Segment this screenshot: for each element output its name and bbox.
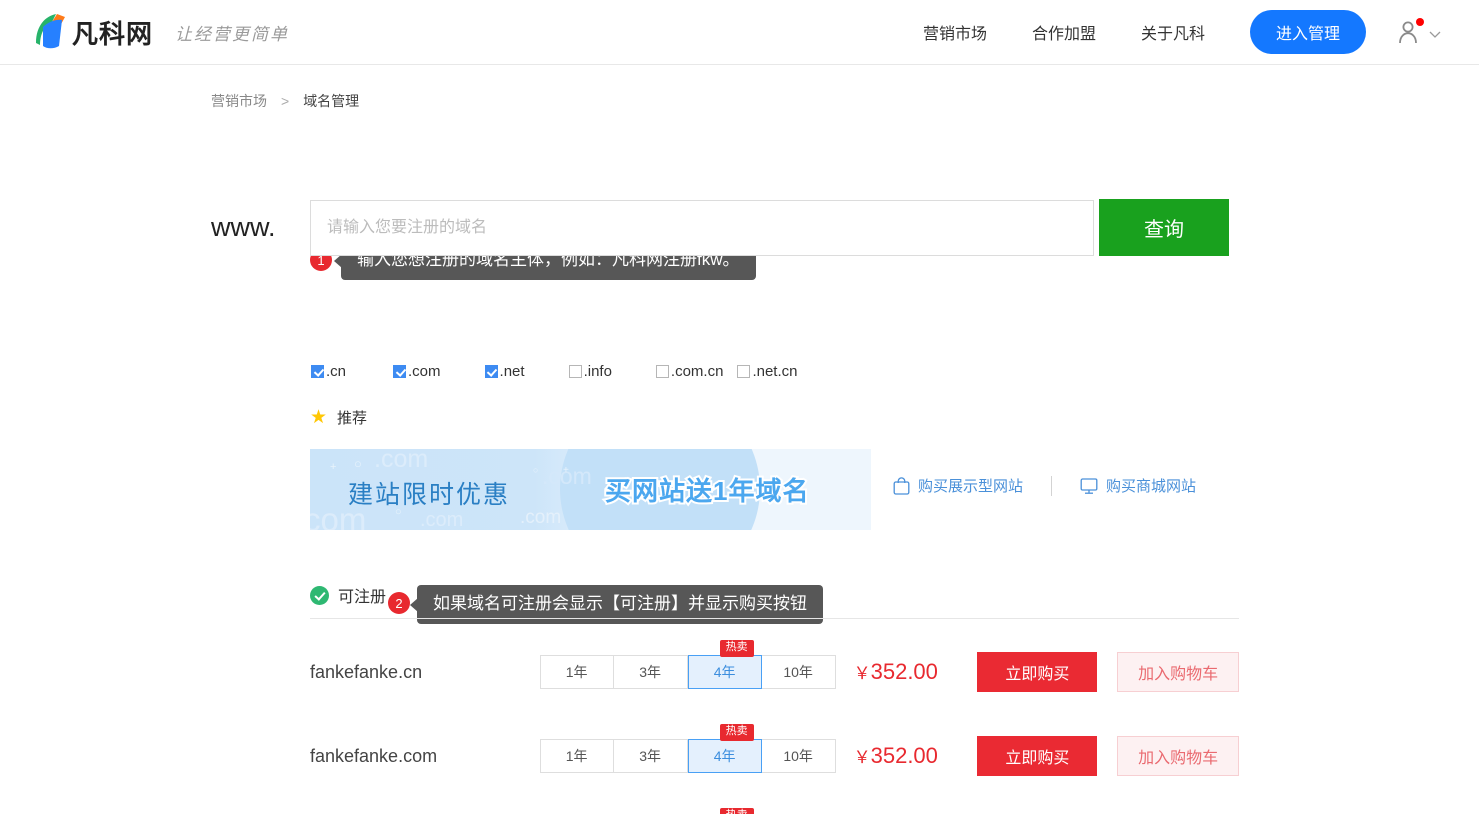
suffix-checkbox-group: .cn .com .net .info .com.cn .net.cn: [311, 363, 797, 380]
enter-management-button[interactable]: 进入管理: [1249, 10, 1366, 54]
search-button[interactable]: 查询: [1099, 199, 1229, 256]
suffix-checkbox-net[interactable]: .net: [484, 363, 525, 380]
availability-label: 可注册: [338, 589, 387, 606]
year-option-3[interactable]: 3年: [613, 655, 688, 689]
suffix-checkbox-com[interactable]: .com: [393, 363, 441, 380]
buy-mall-site-label: 购买商城网站: [1106, 478, 1197, 495]
year-option-1[interactable]: 1年: [539, 655, 614, 689]
page-content: 营销市场 > 域名管理 1 输入您想注册的域名主体，例如：凡科网注册fkw。 w…: [0, 91, 1479, 814]
year-option-10[interactable]: 10年: [761, 739, 836, 773]
banner-deco-plus-1: +: [563, 465, 569, 476]
step-badge-2: 2: [388, 592, 410, 614]
recommend-label: 推荐: [337, 410, 368, 427]
breadcrumb-parent[interactable]: 营销市场: [211, 91, 267, 111]
suffix-label-net: .net: [499, 363, 525, 380]
add-to-cart-button[interactable]: 加入购物车: [1117, 736, 1240, 776]
suffix-label-comcn: .com.cn: [670, 363, 724, 380]
price-value: 352.00: [870, 743, 938, 768]
breadcrumb-current: 域名管理: [303, 93, 360, 109]
promo-banner[interactable]: .com .com com .com .com + + ○ ○ ○ 建站限时优惠…: [310, 449, 871, 530]
year-option-3[interactable]: 3年: [613, 739, 688, 773]
banner-deco-circle-1: ○: [354, 456, 362, 471]
nav-item-partner[interactable]: 合作加盟: [1032, 20, 1096, 44]
fankewang-logo-icon: [36, 14, 65, 49]
banner-text-left: 建站限时优惠: [348, 481, 511, 509]
hot-sale-tag: 热卖: [719, 640, 754, 657]
year-option-4[interactable]: 4年 热卖: [687, 724, 762, 773]
suffix-checkbox-netcn[interactable]: .net.cn: [737, 363, 797, 380]
year-option-4-label: 4年: [713, 748, 736, 764]
table-row: fankefanke.com 1年 3年 4年 热卖 10年 ￥352.00 立…: [310, 724, 1240, 787]
suffix-label-netcn: .net.cn: [752, 363, 798, 380]
checkbox-com-icon[interactable]: [393, 365, 407, 378]
price-currency: ￥: [853, 748, 871, 767]
buy-links-divider: [1051, 475, 1053, 496]
checkbox-net-icon[interactable]: [484, 365, 498, 378]
price-currency: ￥: [853, 664, 871, 683]
checkbox-netcn-icon[interactable]: [737, 365, 751, 378]
table-row: fankefanke.cn 1年 3年 4年 热卖 10年 ￥352.00 立即…: [310, 640, 1240, 703]
nav-item-marketing[interactable]: 营销市场: [923, 20, 987, 44]
buy-showcase-site-link[interactable]: 购买展示型网站: [893, 475, 1023, 496]
logo-slogan: 让经营更简单: [175, 24, 290, 45]
year-option-1[interactable]: 1年: [539, 739, 614, 773]
suffix-checkbox-cn[interactable]: .cn: [311, 363, 346, 380]
suffix-label-cn: .cn: [326, 363, 347, 380]
banner-deco-circle-2: ○: [533, 465, 539, 475]
buy-mall-site-link[interactable]: 购买商城网站: [1080, 475, 1196, 496]
search-input[interactable]: [310, 199, 1094, 256]
banner-deco-com-1: .com: [374, 449, 429, 473]
check-circle-icon: [310, 585, 329, 605]
nav-item-about[interactable]: 关于凡科: [1141, 20, 1205, 44]
suffix-label-info: .info: [583, 363, 612, 380]
price: ￥352.00: [854, 659, 964, 685]
year-option-4[interactable]: 4年 热卖: [687, 640, 762, 689]
buy-showcase-site-label: 购买展示型网站: [918, 478, 1024, 495]
banner-text-right: 买网站送1年域名: [603, 474, 810, 508]
banner-deco-plus-2: +: [330, 461, 337, 473]
domain-name: fankefanke.com: [310, 745, 438, 766]
availability-row: 可注册: [310, 583, 386, 607]
year-option-4-label: 4年: [713, 664, 736, 680]
breadcrumb: 营销市场 > 域名管理: [211, 91, 1479, 111]
www-prefix-label: www.: [211, 212, 276, 242]
star-icon: ★: [310, 407, 328, 428]
year-option-group: 1年 3年 4年 热卖 10年: [539, 724, 836, 773]
buy-now-button[interactable]: 立即购买: [977, 652, 1098, 692]
hot-sale-tag: 热卖: [719, 724, 754, 741]
logo-text: 凡科网: [72, 19, 154, 50]
banner-deco-com-4: .com: [420, 509, 464, 530]
user-icon[interactable]: [1396, 18, 1424, 45]
buy-links-group: 购买展示型网站 购买商城网站: [893, 475, 1196, 496]
breadcrumb-separator: >: [281, 93, 290, 109]
price: ￥352.00: [854, 743, 964, 769]
site-logo[interactable]: 凡科网 让经营更简单: [34, 13, 289, 51]
hot-sale-tag: 热卖: [719, 808, 754, 814]
year-option-group: 1年 3年 4年 热卖 10年: [539, 640, 836, 689]
add-to-cart-button[interactable]: 加入购物车: [1117, 652, 1240, 692]
price-value: 352.00: [870, 659, 938, 684]
site-header: 凡科网 让经营更简单 营销市场 合作加盟 关于凡科 进入管理: [0, 0, 1479, 65]
monitor-icon: [1080, 477, 1098, 494]
notification-dot: [1416, 18, 1424, 26]
domain-search-row: www. 查询: [211, 199, 1229, 256]
suffix-checkbox-info[interactable]: .info: [568, 363, 612, 380]
checkbox-info-icon[interactable]: [568, 365, 582, 378]
main-nav: 营销市场 合作加盟 关于凡科 进入管理: [923, 10, 1441, 54]
table-row: fankefanke.net 1年 3年 4年 热卖 10年 ￥352.00 立…: [310, 808, 1239, 814]
recommend-row: ★ 推荐: [310, 407, 367, 428]
suffix-label-com: .com: [408, 363, 441, 380]
domain-name: fankefanke.cn: [310, 661, 423, 682]
checkbox-comcn-icon[interactable]: [655, 365, 669, 378]
user-menu[interactable]: [1396, 18, 1441, 45]
year-option-10[interactable]: 10年: [761, 655, 836, 689]
suffix-checkbox-comcn[interactable]: .com.cn: [655, 363, 724, 380]
results-divider: [310, 618, 1239, 619]
banner-deco-com-5: .com: [520, 507, 562, 528]
chevron-down-icon[interactable]: [1429, 31, 1441, 39]
shopping-bag-icon: [893, 476, 910, 495]
checkbox-cn-icon[interactable]: [311, 365, 324, 378]
buy-now-button[interactable]: 立即购买: [977, 736, 1098, 776]
